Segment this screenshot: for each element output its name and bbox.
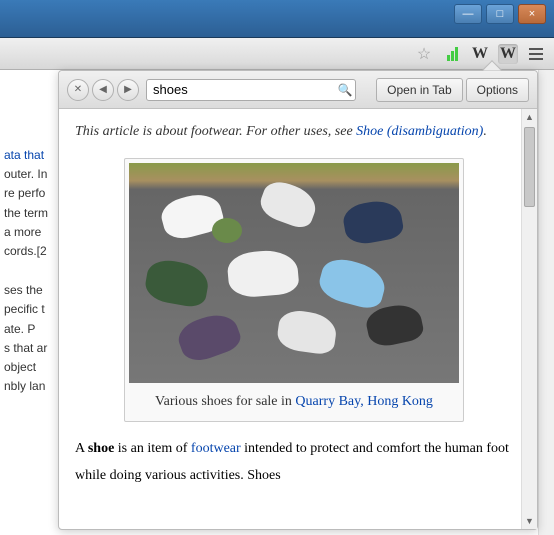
article-image-thumb: Various shoes for sale in Quarry Bay, Ho… [124, 158, 464, 423]
popup-close-button[interactable]: ✕ [67, 79, 89, 101]
search-input[interactable] [147, 82, 335, 97]
wikipedia-popup: ✕ ◀ ▶ 🔍 Open in Tab Options This article… [58, 70, 538, 530]
background-webpage: ata that outer. In re perfo the term a m… [0, 70, 60, 535]
search-box: 🔍 [146, 79, 356, 101]
popup-scrollbar[interactable]: ▲ ▼ [521, 109, 537, 529]
search-button[interactable]: 🔍 [335, 80, 355, 100]
open-in-tab-button[interactable]: Open in Tab [376, 78, 463, 102]
options-button[interactable]: Options [466, 78, 529, 102]
window-close-button[interactable]: × [518, 4, 546, 24]
article-content: This article is about footwear. For othe… [59, 109, 537, 529]
disambiguation-link[interactable]: Shoe (disambiguation) [356, 124, 483, 139]
minimize-button[interactable]: — [454, 4, 482, 24]
back-button[interactable]: ◀ [92, 79, 114, 101]
popup-toolbar: ✕ ◀ ▶ 🔍 Open in Tab Options [59, 71, 537, 109]
hatnote: This article is about footwear. For othe… [75, 119, 513, 146]
menu-icon[interactable] [526, 44, 546, 64]
caption-link[interactable]: Quarry Bay, Hong Kong [295, 394, 433, 409]
forward-button[interactable]: ▶ [117, 79, 139, 101]
article-paragraph: A shoe is an item of footwear intended t… [75, 436, 513, 489]
scroll-down-icon[interactable]: ▼ [522, 513, 537, 529]
scroll-thumb[interactable] [524, 127, 535, 207]
article-image[interactable] [129, 163, 459, 383]
page-scrollbar[interactable] [538, 70, 554, 535]
footwear-link[interactable]: footwear [191, 441, 241, 456]
wikipedia-icon[interactable]: W [470, 44, 490, 64]
window-controls: — □ × [454, 4, 546, 24]
search-icon: 🔍 [338, 83, 353, 97]
bookmark-star-icon[interactable]: ☆ [414, 44, 434, 64]
scroll-up-icon[interactable]: ▲ [522, 109, 537, 125]
wikipedia-extension-icon[interactable]: W [498, 44, 518, 64]
maximize-button[interactable]: □ [486, 4, 514, 24]
image-caption: Various shoes for sale in Quarry Bay, Ho… [129, 383, 459, 418]
window-titlebar: — □ × [0, 0, 554, 38]
signal-extension-icon[interactable] [442, 44, 462, 64]
browser-toolbar: ☆ W W [0, 38, 554, 70]
